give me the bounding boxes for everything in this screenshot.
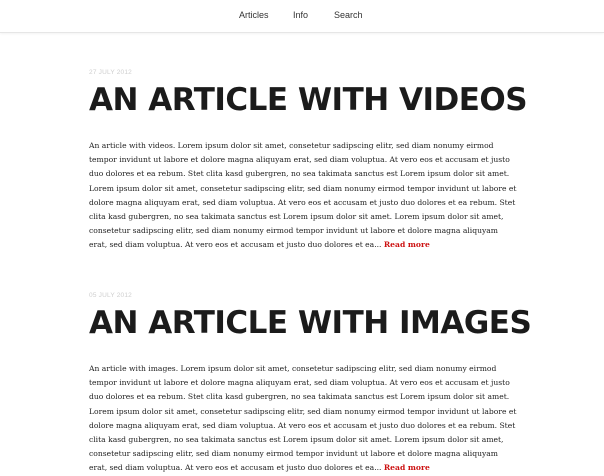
- article-excerpt: An article with images. Lorem ipsum dolo…: [89, 362, 517, 476]
- nav-info-link[interactable]: Info: [293, 10, 308, 20]
- article-videos: 27 JULY 2012 AN ARTICLE WITH VIDEOS An a…: [89, 69, 528, 253]
- top-navigation: Articles Info Search: [0, 0, 604, 33]
- nav-search-link[interactable]: Search: [334, 10, 363, 20]
- read-more-link[interactable]: Read more: [384, 240, 430, 249]
- article-date: 27 JULY 2012: [89, 69, 132, 76]
- article-title[interactable]: AN ARTICLE WITH VIDEOS: [89, 81, 528, 119]
- article-excerpt-text: An article with videos. Lorem ipsum dolo…: [89, 141, 517, 250]
- article-excerpt-text: An article with images. Lorem ipsum dolo…: [89, 364, 517, 473]
- nav-articles-link[interactable]: Articles: [239, 10, 269, 20]
- article-title[interactable]: AN ARTICLE WITH IMAGES: [89, 304, 532, 342]
- read-more-link[interactable]: Read more: [384, 463, 430, 472]
- article-images: 05 JULY 2012 AN ARTICLE WITH IMAGES An a…: [89, 292, 532, 476]
- article-excerpt: An article with videos. Lorem ipsum dolo…: [89, 139, 517, 253]
- article-date: 05 JULY 2012: [89, 292, 132, 299]
